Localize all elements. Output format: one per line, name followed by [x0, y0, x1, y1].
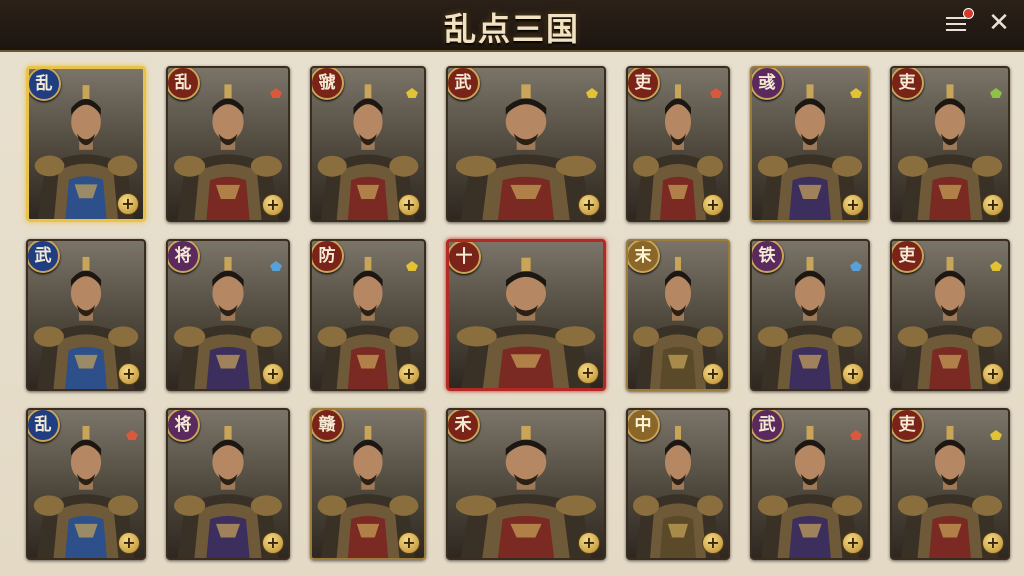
general-card[interactable]: 乱 +: [166, 66, 290, 222]
add-general-button[interactable]: +: [578, 532, 600, 554]
add-general-button[interactable]: +: [398, 363, 420, 385]
add-general-button[interactable]: +: [262, 194, 284, 216]
add-general-button[interactable]: +: [982, 194, 1004, 216]
general-card[interactable]: 武 +: [26, 239, 146, 391]
faction-emblem: 十: [449, 242, 481, 274]
faction-emblem: 吏: [892, 68, 924, 100]
general-card[interactable]: 铁 +: [750, 239, 870, 391]
faction-emblem: 防: [312, 241, 344, 273]
faction-emblem: 乱: [28, 410, 60, 442]
add-general-button[interactable]: +: [982, 363, 1004, 385]
faction-emblem: 赣: [312, 410, 344, 442]
faction-emblem: 末: [628, 241, 660, 273]
add-general-button[interactable]: +: [118, 363, 140, 385]
add-general-button[interactable]: +: [578, 194, 600, 216]
add-general-button[interactable]: +: [398, 532, 420, 554]
general-card[interactable]: 彧 +: [750, 66, 870, 222]
add-general-button[interactable]: +: [842, 532, 864, 554]
general-card[interactable]: 虢 +: [310, 66, 426, 222]
general-card[interactable]: 吏 +: [890, 239, 1010, 391]
general-card[interactable]: 赣 +: [310, 408, 426, 560]
general-card[interactable]: 末 +: [626, 239, 730, 391]
add-general-button[interactable]: +: [702, 532, 724, 554]
hamburger-menu-icon-bar: [946, 23, 966, 25]
faction-emblem: 彧: [752, 68, 784, 100]
general-card[interactable]: 吏 +: [890, 408, 1010, 560]
general-card[interactable]: 防 +: [310, 239, 426, 391]
add-general-button[interactable]: +: [982, 532, 1004, 554]
general-card-grid: 乱 + 乱 + 虢 + 武 + 吏 + 彧 + 吏 + 武 + 将 + 防 + 十 + 末 + 铁 + 吏 + 乱 + 将 + 赣 + 禾 + 中 + 武 +…: [26, 66, 1010, 560]
top-bar: 乱点三国 ✕: [0, 0, 1024, 52]
faction-emblem: 中: [628, 410, 660, 442]
hamburger-menu-icon-bar: [946, 29, 966, 31]
faction-emblem: 武: [448, 68, 480, 100]
add-general-button[interactable]: +: [842, 194, 864, 216]
general-card[interactable]: 武 +: [750, 408, 870, 560]
faction-emblem: 吏: [892, 410, 924, 442]
general-card[interactable]: 禾 +: [446, 408, 606, 560]
general-card[interactable]: 将 +: [166, 408, 290, 560]
close-icon: ✕: [988, 8, 1010, 38]
faction-emblem: 将: [168, 241, 200, 273]
page-title: 乱点三国: [443, 10, 580, 48]
add-general-button[interactable]: +: [577, 362, 599, 384]
general-card[interactable]: 将 +: [166, 239, 290, 391]
close-button[interactable]: ✕: [986, 10, 1012, 36]
general-card[interactable]: 武 +: [446, 66, 606, 222]
add-general-button[interactable]: +: [842, 363, 864, 385]
add-general-button[interactable]: +: [262, 532, 284, 554]
hamburger-menu-icon: [946, 17, 966, 19]
faction-emblem: 武: [28, 241, 60, 273]
general-card[interactable]: 吏 +: [890, 66, 1010, 222]
add-general-button[interactable]: +: [398, 194, 420, 216]
add-general-button[interactable]: +: [702, 194, 724, 216]
faction-emblem: 武: [752, 410, 784, 442]
faction-emblem: 吏: [628, 68, 660, 100]
notification-dot-icon: [963, 8, 974, 19]
general-card[interactable]: 乱 +: [26, 408, 146, 560]
add-general-button[interactable]: +: [702, 363, 724, 385]
faction-emblem: 禾: [448, 410, 480, 442]
general-card[interactable]: 中 +: [626, 408, 730, 560]
faction-emblem: 将: [168, 410, 200, 442]
faction-emblem: 乱: [168, 68, 200, 100]
faction-emblem: 吏: [892, 241, 924, 273]
add-general-button[interactable]: +: [118, 532, 140, 554]
menu-button[interactable]: [946, 8, 974, 36]
faction-emblem: 乱: [29, 69, 61, 101]
faction-emblem: 虢: [312, 68, 344, 100]
general-card[interactable]: 十 +: [446, 239, 606, 391]
faction-emblem: 铁: [752, 241, 784, 273]
add-general-button[interactable]: +: [262, 363, 284, 385]
general-card[interactable]: 乱 +: [26, 66, 146, 222]
add-general-button[interactable]: +: [117, 193, 139, 215]
general-card[interactable]: 吏 +: [626, 66, 730, 222]
